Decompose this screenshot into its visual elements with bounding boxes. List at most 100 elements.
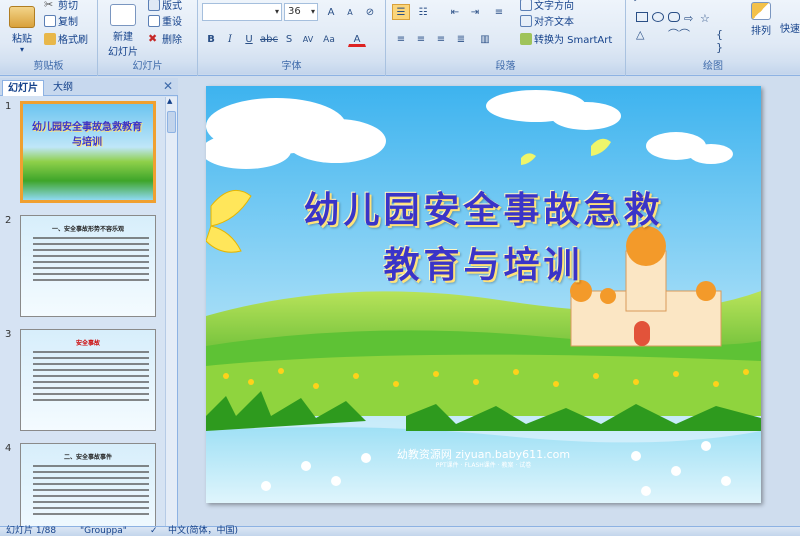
layout-label: 版式 — [162, 1, 182, 12]
thumbnail-list[interactable]: 1 幼儿园安全事故急救教育与培训 2 一、安全事故形势不容乐观 3 安全事故 4… — [0, 97, 166, 526]
new-slide-label-2: 幻灯片 — [108, 47, 138, 58]
slide-thumbnail-4[interactable]: 二、安全事故事件 — [20, 443, 156, 526]
scrollbar-thumb[interactable] — [167, 111, 176, 133]
current-slide[interactable]: 幼儿园安全事故急救 教育与培训 幼教资源网 ziyuan.baby611.com… — [206, 86, 761, 503]
align-center-icon[interactable]: ≡ — [412, 31, 430, 47]
thumbnail-title: 一、安全事故形势不容乐观 — [51, 226, 124, 233]
brace-shape-icon: { } — [716, 28, 723, 54]
status-bar: 幻灯片 1/88 "Grouppa" ✓ 中文(简体，中国) — [0, 526, 800, 536]
ribbon: 粘贴 ▾ ✂ 剪切 复制 格式刷 剪贴板 新建 幻灯片 版式 重设 ✖ 删除 幻… — [0, 0, 800, 76]
oval-shape-icon — [652, 12, 664, 22]
chevron-down-icon: ▾ — [19, 45, 24, 54]
curve-shape-icon: ⌒⌒ — [668, 28, 690, 41]
align-right-icon[interactable]: ≡ — [432, 31, 450, 47]
quick-styles-button[interactable]: 快速 — [778, 20, 800, 35]
copy-icon — [44, 14, 56, 27]
arrange-button[interactable]: 排列 — [748, 2, 774, 37]
rounded-rectangle-shape-icon — [668, 12, 680, 22]
font-size-value: 36 — [288, 6, 301, 17]
shapes-gallery[interactable]: △ ⇨ ☆ { } ⌒⌒ — [632, 0, 744, 54]
paste-label: 粘贴 — [12, 34, 32, 45]
slide-thumbnail-1[interactable]: 幼儿园安全事故急救教育与培训 — [20, 101, 156, 203]
slide-number: 2 — [5, 215, 12, 226]
thumbnail-title: 安全事故 — [75, 340, 100, 347]
reset-button[interactable]: 重设 — [148, 13, 182, 28]
format-painter-label: 格式刷 — [58, 35, 88, 46]
layout-icon — [148, 0, 160, 11]
increase-indent-icon[interactable]: ⇥ — [466, 4, 484, 20]
change-case-icon[interactable]: Aa — [320, 31, 338, 47]
drawing-group: △ ⇨ ☆ { } ⌒⌒ 排列 快速 绘图 — [626, 0, 800, 76]
font-group: ▾ 36 ▾ A A ⊘ B I U abc S AV Aa A 字体 — [198, 0, 386, 76]
triangle-shape-icon: △ — [636, 28, 645, 41]
slide-number: 4 — [5, 443, 12, 454]
thumbnail-title: 二、安全事故事件 — [63, 454, 112, 461]
smartart-icon — [520, 32, 532, 45]
font-name-combo[interactable]: ▾ — [202, 3, 282, 21]
reset-label: 重设 — [162, 17, 182, 28]
underline-icon[interactable]: U — [240, 31, 258, 47]
slide-thumbnail-2[interactable]: 一、安全事故形势不容乐观 — [20, 215, 156, 317]
numbering-icon[interactable]: ☷ — [414, 4, 432, 20]
shrink-font-icon[interactable]: A — [341, 4, 359, 20]
strikethrough-icon[interactable]: abc — [259, 31, 278, 47]
theme-name: "Grouppa" — [80, 526, 127, 536]
scissors-icon: ✂ — [44, 0, 54, 11]
font-size-combo[interactable]: 36 ▾ — [284, 3, 318, 21]
shadow-icon[interactable]: S — [280, 31, 298, 47]
scroll-up-icon[interactable]: ▲ — [167, 97, 172, 105]
slide-thumbnail-3[interactable]: 安全事故 — [20, 329, 156, 431]
delete-label: 删除 — [162, 35, 182, 46]
close-icon[interactable]: ✕ — [163, 79, 173, 93]
language-indicator[interactable]: 中文(简体，中国) — [168, 527, 238, 536]
align-text-icon — [520, 14, 532, 27]
paste-button[interactable]: 粘贴 ▾ — [6, 6, 38, 54]
thumbnail-title: 幼儿园安全事故急救教育与培训 — [32, 122, 142, 148]
smartart-button[interactable]: 转换为 SmartArt — [520, 31, 612, 46]
slide-title-line1[interactable]: 幼儿园安全事故急救 — [206, 181, 761, 233]
font-group-label: 字体 — [198, 60, 385, 74]
new-slide-button[interactable]: 新建 幻灯片 — [102, 4, 144, 58]
thumbnail-scrollbar[interactable]: ▲ — [165, 97, 177, 526]
tab-outline[interactable]: 大纲 — [48, 80, 78, 96]
tab-slides[interactable]: 幻灯片 — [2, 80, 44, 96]
layout-button[interactable]: 版式 — [148, 0, 182, 12]
text-direction-button[interactable]: 文字方向 — [520, 0, 574, 12]
reset-icon — [148, 14, 160, 27]
chevron-down-icon: ▾ — [310, 7, 315, 16]
slide-title-line2[interactable]: 教育与培训 — [206, 236, 761, 288]
copy-button[interactable]: 复制 — [44, 13, 78, 28]
delete-button[interactable]: ✖ 删除 — [148, 31, 182, 46]
slide-number: 1 — [5, 101, 12, 112]
italic-icon[interactable]: I — [221, 31, 239, 47]
align-text-label: 对齐文本 — [534, 17, 574, 28]
align-text-button[interactable]: 对齐文本 — [520, 13, 574, 28]
arrow-shape-icon: ⇨ — [684, 12, 694, 25]
slides-pane: 幻灯片 大纲 ✕ 1 幼儿园安全事故急救教育与培训 2 一、安全事故形势不容乐观… — [0, 78, 178, 526]
bullets-icon[interactable]: ☰ — [392, 4, 410, 20]
cut-button[interactable]: ✂ 剪切 — [44, 0, 78, 12]
paragraph-group-label: 段落 — [386, 60, 625, 74]
bold-icon[interactable]: B — [202, 31, 220, 47]
text-direction-icon — [520, 0, 532, 11]
line-shape-icon — [634, 0, 650, 9]
new-slide-icon — [110, 4, 136, 26]
justify-icon[interactable]: ≣ — [452, 31, 470, 47]
char-spacing-icon[interactable]: AV — [299, 31, 317, 47]
spellcheck-icon[interactable]: ✓ — [150, 527, 158, 536]
rectangle-shape-icon — [636, 12, 648, 22]
font-color-icon[interactable]: A — [348, 31, 366, 47]
clipboard-group: 粘贴 ▾ ✂ 剪切 复制 格式刷 剪贴板 — [0, 0, 98, 76]
clear-format-icon[interactable]: ⊘ — [361, 4, 379, 20]
decrease-indent-icon[interactable]: ⇤ — [446, 4, 464, 20]
copy-label: 复制 — [58, 17, 78, 28]
arrange-icon — [751, 2, 771, 20]
pane-tabs: 幻灯片 大纲 ✕ — [0, 78, 178, 96]
line-spacing-icon[interactable]: ≡ — [490, 4, 508, 20]
cut-label: 剪切 — [58, 1, 78, 12]
format-painter-button[interactable]: 格式刷 — [44, 31, 88, 46]
slides-group: 新建 幻灯片 版式 重设 ✖ 删除 幻灯片 — [98, 0, 198, 76]
align-left-icon[interactable]: ≡ — [392, 31, 410, 47]
columns-icon[interactable]: ▥ — [476, 31, 494, 47]
grow-font-icon[interactable]: A — [322, 4, 340, 20]
